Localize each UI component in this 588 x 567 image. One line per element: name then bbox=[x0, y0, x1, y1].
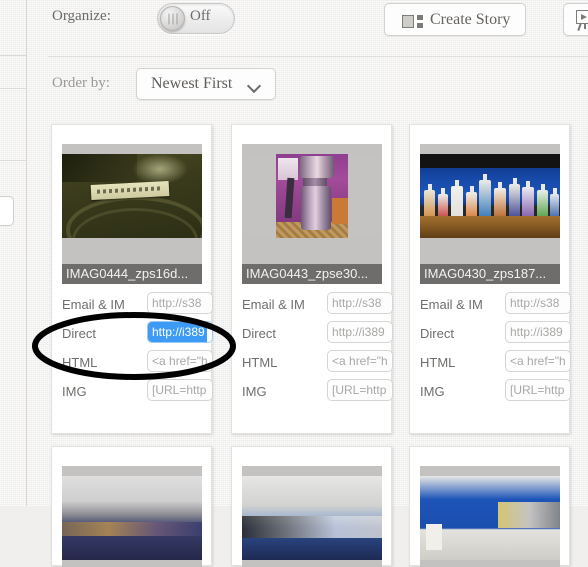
field-label-img: IMG bbox=[242, 384, 267, 399]
direct-link-input[interactable]: http://i389 bbox=[147, 321, 213, 343]
field-label-email: Email & IM bbox=[420, 297, 483, 312]
field-label-direct: Direct bbox=[62, 326, 96, 341]
photo-image bbox=[62, 154, 202, 238]
field-row-direct: Direct http://i389 bbox=[242, 320, 393, 349]
photo-grid: IMAG0444_zps16d... Email & IM http://s38… bbox=[0, 0, 588, 567]
field-label-email: Email & IM bbox=[62, 297, 125, 312]
photo-thumbnail[interactable] bbox=[62, 154, 202, 238]
img-link-input[interactable]: [URL=http bbox=[327, 379, 393, 401]
photo-caption: IMAG0443_zpse30... bbox=[242, 264, 382, 284]
html-link-input[interactable]: <a href="h bbox=[505, 350, 571, 372]
thumbnail-container[interactable] bbox=[242, 144, 382, 264]
link-fields: Email & IM http://s38 Direct http://i389… bbox=[242, 291, 393, 407]
photo-card[interactable] bbox=[409, 446, 570, 567]
photo-image bbox=[242, 154, 382, 238]
photo-thumbnail[interactable] bbox=[242, 154, 382, 238]
img-link-input[interactable]: [URL=http bbox=[147, 379, 213, 401]
photo-thumbnail[interactable] bbox=[62, 476, 202, 560]
photo-thumbnail[interactable] bbox=[242, 476, 382, 560]
photo-thumbnail[interactable] bbox=[420, 476, 560, 560]
photo-image bbox=[62, 476, 202, 560]
html-link-input[interactable]: <a href="h bbox=[147, 350, 213, 372]
email-link-input[interactable]: http://s38 bbox=[147, 292, 213, 314]
field-row-html: HTML <a href="h bbox=[420, 349, 571, 378]
field-row-html: HTML <a href="h bbox=[62, 349, 213, 378]
field-label-email: Email & IM bbox=[242, 297, 305, 312]
html-link-input[interactable]: <a href="h bbox=[327, 350, 393, 372]
photo-card[interactable]: IMAG0444_zps16d... Email & IM http://s38… bbox=[51, 124, 213, 434]
field-label-html: HTML bbox=[242, 355, 278, 370]
email-link-input[interactable]: http://s38 bbox=[505, 292, 571, 314]
field-row-direct: Direct http://i389 bbox=[62, 320, 213, 349]
link-fields: Email & IM http://s38 Direct http://i389… bbox=[62, 291, 213, 407]
field-row-img: IMG [URL=http bbox=[242, 378, 393, 407]
thumbnail-container[interactable] bbox=[420, 466, 560, 567]
photo-caption: IMAG0444_zps16d... bbox=[62, 264, 202, 284]
field-row-direct: Direct http://i389 bbox=[420, 320, 571, 349]
photo-card[interactable] bbox=[51, 446, 212, 567]
direct-link-input[interactable]: http://i389 bbox=[505, 321, 571, 343]
field-row-html: HTML <a href="h bbox=[242, 349, 393, 378]
field-label-img: IMG bbox=[420, 384, 445, 399]
field-label-direct: Direct bbox=[242, 326, 276, 341]
field-label-html: HTML bbox=[420, 355, 456, 370]
photo-image bbox=[420, 154, 560, 238]
field-label-img: IMG bbox=[62, 384, 87, 399]
email-link-input[interactable]: http://s38 bbox=[327, 292, 393, 314]
field-label-html: HTML bbox=[62, 355, 98, 370]
thumbnail-container[interactable] bbox=[420, 144, 560, 264]
thumbnail-container[interactable] bbox=[62, 466, 202, 567]
direct-link-input[interactable]: http://i389 bbox=[327, 321, 393, 343]
photo-image bbox=[420, 476, 560, 560]
photo-card[interactable]: IMAG0443_zpse30... Email & IM http://s38… bbox=[231, 124, 393, 434]
field-row-img: IMG [URL=http bbox=[420, 378, 571, 407]
field-row-email: Email & IM http://s38 bbox=[242, 291, 393, 320]
img-link-input[interactable]: [URL=http bbox=[505, 379, 571, 401]
field-row-email: Email & IM http://s38 bbox=[62, 291, 213, 320]
link-fields: Email & IM http://s38 Direct http://i389… bbox=[420, 291, 571, 407]
photo-image bbox=[242, 476, 382, 560]
field-label-direct: Direct bbox=[420, 326, 454, 341]
photo-card[interactable] bbox=[231, 446, 392, 567]
field-row-img: IMG [URL=http bbox=[62, 378, 213, 407]
thumbnail-container[interactable] bbox=[62, 144, 202, 264]
thumbnail-container[interactable] bbox=[242, 466, 382, 567]
photo-card[interactable]: IMAG0430_zps187... Email & IM http://s38… bbox=[409, 124, 571, 434]
photo-caption: IMAG0430_zps187... bbox=[420, 264, 560, 284]
field-row-email: Email & IM http://s38 bbox=[420, 291, 571, 320]
photo-thumbnail[interactable] bbox=[420, 154, 560, 238]
